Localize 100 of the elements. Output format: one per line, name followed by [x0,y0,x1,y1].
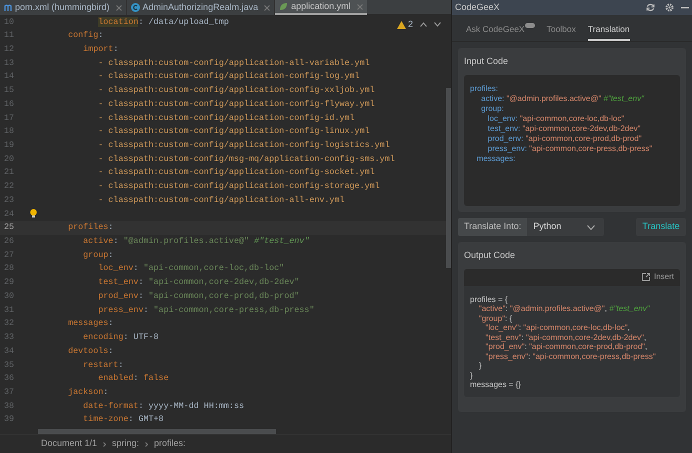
code-line: active: "@admin.profiles.active@" #"test_env" [82,235,310,248]
code-line: time-zone: GMT+8 [82,413,164,426]
line-number: 15 [3,84,16,97]
code-line: - classpath:custom-config/application-config-log.yml [97,70,360,84]
code-line: import: [82,42,118,56]
chevron-up-icon[interactable] [420,22,427,28]
code-line: - classpath:custom-config/application-config-flyway.yml [97,98,375,110]
line-number: 35 [3,358,16,372]
line-number: 33 [3,331,16,344]
code-line: press_env: "api-common,core-press,db-press" [97,304,314,316]
card-title: Output Code [464,249,516,262]
code-line: enabled: false [97,372,169,385]
insert-button[interactable]: Insert [642,271,674,283]
line-number: 30 [3,290,16,303]
panel-tab[interactable]: Ask CodeGeeX [466,14,535,41]
code-line: profiles: [67,221,114,234]
code-line: "loc_env": "api-common,core-loc,db-loc", [484,323,631,332]
code-line: loc_env: "api-common,core-loc,db-loc" [97,262,284,276]
leaf-icon [279,2,288,11]
settings-icon[interactable] [665,3,674,12]
breadcrumb[interactable]: Document 1/1 [41,437,98,451]
code-line: date-format: yyyy-MM-dd HH:mm:ss [82,400,244,412]
code-line: } [478,361,483,370]
line-number: 25 [3,221,16,234]
line-number: 31 [3,304,16,316]
line-number: 10 [3,16,16,28]
chevron-down-icon [587,224,595,230]
code-line: "press_env": "api-common,core-press,db-press" [484,352,657,361]
panel-title: CodeGeeX [455,0,501,14]
line-number: 38 [3,400,16,412]
language-select[interactable]: Translate Into: Python [458,218,604,236]
lightbulb-icon[interactable] [30,209,37,218]
code-line: - classpath:custom-config/application-config-id.yml [97,112,355,124]
code-line: prod_env: "api-common,core-prod,db-prod" [486,134,643,144]
panel-tab[interactable]: Translation [588,14,630,41]
warning-count: 2 [408,18,413,31]
code-line: devtools: [67,344,114,358]
editor-tab[interactable]: application.yml [275,0,367,15]
code-line: } [470,370,474,380]
code-line: "prod_env": "api-common,core-prod,db-prod", [484,342,648,352]
chevron-right-icon [103,442,106,446]
line-number: 23 [3,194,16,206]
line-number: 26 [3,235,16,248]
code-line: - classpath:custom-config/application-all-env.yml [97,194,344,206]
line-number: 11 [3,29,16,42]
editor-tab[interactable]: AdminAuthorizingRealm.java [126,0,276,15]
line-number: 16 [3,98,16,110]
insert-icon [642,273,650,281]
code-line: - classpath:custom-config/application-config-xxljob.yml [97,84,375,97]
code-line: encoding: UTF-8 [82,331,159,344]
code-line: test_env: "api-common,core-2dev,db-2dev" [486,124,642,134]
line-number: 28 [3,262,16,276]
translate-button[interactable]: Translate [636,218,686,236]
code-line: jackson: [67,386,108,399]
code-line: group: [480,104,505,114]
code-line: group: [82,248,114,262]
scrollbar[interactable] [446,88,451,268]
line-number: 21 [3,166,16,180]
editor-tab[interactable]: pom.xml (hummingbird) [0,0,127,15]
code-line: messages: [476,154,516,164]
code-line: restart: [82,358,124,372]
code-line: - classpath:custom-config/application-config-socket.yml [97,166,375,180]
code-line: - classpath:custom-config/msg-mq/application-config-sms.yml [97,152,395,166]
code-line: "group": { [478,314,514,323]
line-number: 13 [3,56,16,70]
code-line: "active": "@admin.profiles.active@", #"test_env" [478,304,651,314]
line-number: 14 [3,70,16,84]
line-number: 39 [3,413,16,426]
breadcrumb[interactable]: profiles: [154,437,186,451]
line-number: 37 [3,386,16,399]
refresh-icon[interactable] [646,3,655,12]
line-number: 34 [3,344,16,358]
code-line: profiles = { [470,294,509,304]
scrollbar[interactable] [38,429,276,434]
code-line: location: /data/upload_tmp [97,16,229,28]
module-icon [4,4,12,12]
tag-icon [524,23,535,28]
card-title: Input Code [464,55,510,68]
code-line: active: "@admin.profiles.active@" #"test_env" [480,94,646,104]
minimize-icon[interactable] [681,6,689,8]
code-line: - classpath:custom-config/application-config-logistics.yml [97,139,390,152]
line-number: 32 [3,317,16,330]
breadcrumb[interactable]: spring: [112,437,140,451]
line-number: 19 [3,139,16,152]
warning-icon [396,20,406,29]
line-number: 18 [3,125,16,138]
code-line: config: [67,29,104,42]
line-number: 17 [3,112,16,124]
code-line: prod_env: "api-common,core-prod,db-prod" [97,290,300,303]
code-line: profiles: [470,84,500,94]
line-number: 27 [3,248,16,262]
line-number: 12 [3,42,16,56]
chevron-down-icon[interactable] [434,22,441,28]
line-number: 22 [3,180,16,193]
class-icon [130,3,140,12]
chevron-right-icon [145,442,148,446]
line-number: 20 [3,152,16,166]
code-line: - classpath:custom-config/application-config-linux.yml [97,125,370,138]
code-line: loc_env: "api-common,core-loc,db-loc" [486,114,626,124]
panel-tab[interactable]: Toolbox [546,14,576,41]
